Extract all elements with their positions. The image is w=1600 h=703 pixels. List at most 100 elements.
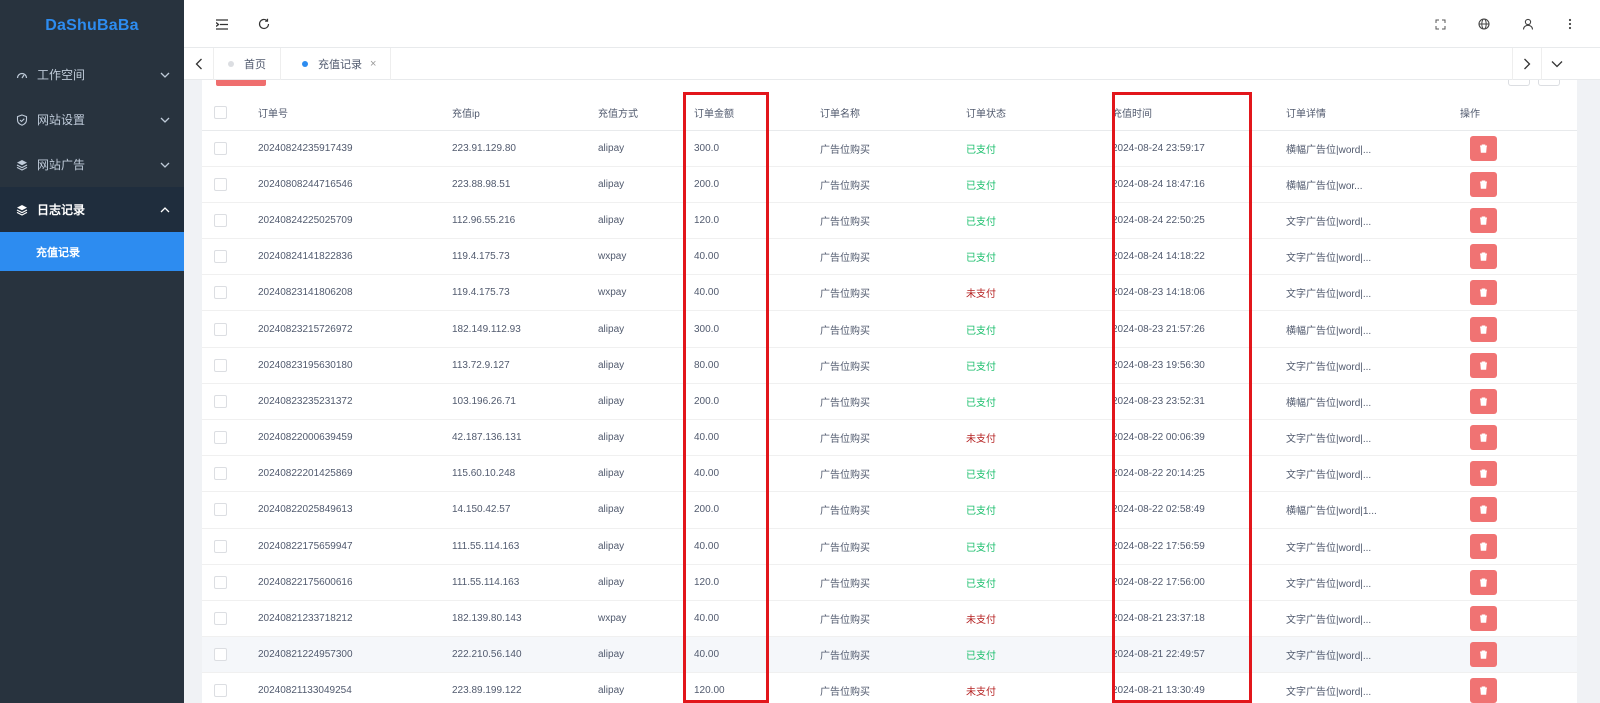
- sidebar-subitem-recharge-records[interactable]: 充值记录: [0, 232, 184, 271]
- tab-close-icon[interactable]: ×: [370, 58, 376, 70]
- table-row[interactable]: 20240824225025709 112.96.55.216 alipay 120.…: [202, 202, 1577, 240]
- row-checkbox[interactable]: [214, 286, 227, 300]
- toolbar-button-refresh[interactable]: [1508, 80, 1530, 86]
- row-select-cell: [202, 455, 258, 493]
- logo[interactable]: DaShuBaBa: [0, 0, 184, 52]
- delete-button[interactable]: [1470, 171, 1497, 197]
- delete-button[interactable]: [1470, 207, 1497, 233]
- toolbar-button-columns[interactable]: [1538, 80, 1560, 86]
- table-row[interactable]: 20240822000639459 42.187.136.131 alipay 40.…: [202, 419, 1577, 457]
- row-checkbox[interactable]: [214, 431, 227, 445]
- action-cell: [1460, 166, 1577, 203]
- ip-cell: 223.89.199.122: [452, 672, 598, 703]
- fullscreen-icon[interactable]: [1430, 14, 1450, 34]
- row-select-cell: [202, 347, 258, 384]
- tabs-scroll-right-icon[interactable]: [1512, 48, 1542, 80]
- delete-button[interactable]: [1470, 388, 1497, 414]
- table-row[interactable]: 20240821133049254 223.89.199.122 alipay 120…: [202, 672, 1577, 703]
- order-detail-cell: 文字广告位|word|...: [1286, 636, 1460, 674]
- delete-button[interactable]: [1470, 569, 1497, 595]
- language-icon[interactable]: [1474, 14, 1494, 34]
- status-cell: 已支付: [966, 130, 1112, 167]
- delete-button[interactable]: [1470, 244, 1497, 270]
- row-checkbox[interactable]: [214, 467, 227, 481]
- sidebar: DaShuBaBa 工作空间 网站设置 网站广告 日志记录 充值记录: [0, 0, 184, 703]
- amount-cell: 40.00: [694, 528, 820, 565]
- menu-collapse-icon[interactable]: [212, 14, 232, 34]
- table-row[interactable]: 20240821224957300 222.210.56.140 alipay 40.…: [202, 636, 1577, 674]
- order-name-cell: 广告位购买: [820, 347, 966, 384]
- ip-cell: 111.55.114.163: [452, 564, 598, 601]
- action-cell: [1460, 600, 1577, 638]
- delete-button[interactable]: [1470, 352, 1497, 378]
- delete-button[interactable]: [1470, 461, 1497, 487]
- table-row[interactable]: 20240822201425869 115.60.10.248 alipay 40.0…: [202, 455, 1577, 493]
- chevron-down-icon: [160, 69, 170, 79]
- sidebar-item-0[interactable]: 工作空间: [0, 52, 184, 97]
- row-checkbox[interactable]: [214, 141, 227, 155]
- refresh-icon[interactable]: [254, 14, 274, 34]
- column-header: 订单号: [258, 96, 452, 131]
- amount-cell: 40.00: [694, 636, 820, 674]
- row-checkbox[interactable]: [214, 539, 227, 553]
- sidebar-item-2[interactable]: 网站广告: [0, 142, 184, 187]
- payment-method-cell: alipay: [598, 202, 694, 240]
- status-cell: 未支付: [966, 600, 1112, 638]
- delete-button[interactable]: [1470, 642, 1497, 668]
- delete-button[interactable]: [1470, 135, 1497, 161]
- row-select-cell: [202, 636, 258, 674]
- table-row[interactable]: 20240822025849613 14.150.42.57 alipay 200.0…: [202, 491, 1577, 529]
- layers-icon: [16, 159, 28, 171]
- recharge-time-cell: 2024-08-24 23:59:17: [1112, 130, 1286, 167]
- recharge-time-cell: 2024-08-22 17:56:59: [1112, 528, 1286, 565]
- delete-button[interactable]: [1470, 533, 1497, 559]
- delete-button[interactable]: [1470, 425, 1497, 451]
- sidebar-item-3[interactable]: 日志记录: [0, 187, 184, 232]
- table-row[interactable]: 20240808244716546 223.88.98.51 alipay 200.0…: [202, 166, 1577, 203]
- payment-method-cell: alipay: [598, 672, 694, 703]
- row-select-cell: [202, 166, 258, 203]
- recharge-time-cell: 2024-08-24 18:47:16: [1112, 166, 1286, 203]
- row-select-cell: [202, 600, 258, 638]
- tab-0[interactable]: 首页: [214, 48, 281, 80]
- row-checkbox[interactable]: [214, 648, 227, 662]
- order-detail-cell: 文字广告位|word|...: [1286, 238, 1460, 276]
- more-vertical-icon[interactable]: [1560, 14, 1580, 34]
- row-checkbox[interactable]: [214, 575, 227, 589]
- tabs-menu-chevron-icon[interactable]: [1542, 48, 1572, 80]
- delete-button[interactable]: [1470, 316, 1497, 342]
- delete-button[interactable]: [1470, 280, 1497, 306]
- trash-icon: [1479, 433, 1488, 442]
- delete-button[interactable]: [1470, 606, 1497, 632]
- table-row[interactable]: 20240821233718212 182.139.80.143 wxpay 40.0…: [202, 600, 1577, 638]
- sidebar-item-1[interactable]: 网站设置: [0, 97, 184, 142]
- trash-icon: [1479, 361, 1488, 370]
- row-checkbox[interactable]: [214, 358, 227, 372]
- table-row[interactable]: 20240822175659947 111.55.114.163 alipay 40.…: [202, 528, 1577, 565]
- table-row[interactable]: 20240823215726972 182.149.112.93 alipay 300…: [202, 310, 1577, 348]
- table-row[interactable]: 20240823195630180 113.72.9.127 alipay 80.00…: [202, 347, 1577, 384]
- tab-1[interactable]: 充值记录 ×: [288, 48, 392, 80]
- row-checkbox[interactable]: [214, 177, 227, 191]
- delete-button[interactable]: [1470, 678, 1497, 703]
- row-checkbox[interactable]: [214, 213, 227, 227]
- select-all-checkbox[interactable]: [214, 106, 227, 120]
- tabs-scroll-left-icon[interactable]: [184, 48, 214, 80]
- order-name-cell: 广告位购买: [820, 455, 966, 493]
- delete-button[interactable]: [1470, 497, 1497, 523]
- row-checkbox[interactable]: [214, 394, 227, 408]
- row-checkbox[interactable]: [214, 250, 227, 264]
- trash-icon: [1479, 650, 1488, 660]
- table-row[interactable]: 20240822175600616 111.55.114.163 alipay 120…: [202, 564, 1577, 601]
- row-checkbox[interactable]: [214, 612, 227, 626]
- row-checkbox[interactable]: [214, 322, 227, 336]
- batch-delete-button[interactable]: [216, 80, 266, 86]
- table-row[interactable]: 20240823235231372 103.196.26.71 alipay 200.…: [202, 383, 1577, 421]
- table-row[interactable]: 20240823141806208 119.4.175.73 wxpay 40.00 广…: [202, 274, 1577, 312]
- status-cell: 已支付: [966, 166, 1112, 203]
- row-checkbox[interactable]: [214, 684, 227, 698]
- user-icon[interactable]: [1518, 14, 1538, 34]
- table-row[interactable]: 20240824235917439 223.91.129.80 alipay 300.…: [202, 130, 1577, 167]
- row-checkbox[interactable]: [214, 503, 227, 517]
- table-row[interactable]: 20240824141822836 119.4.175.73 wxpay 40.00 广…: [202, 238, 1577, 276]
